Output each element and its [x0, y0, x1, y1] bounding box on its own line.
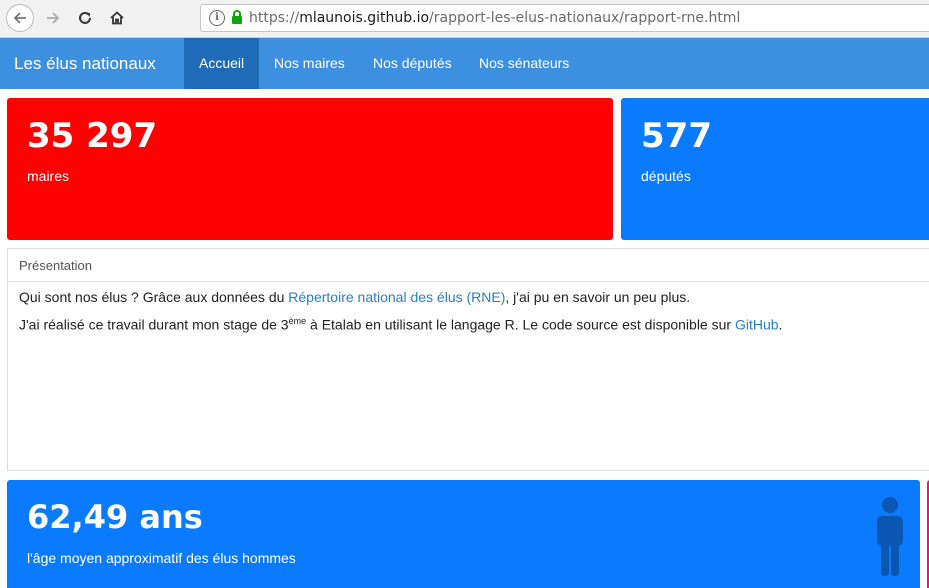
url-text: https://mlaunois.github.io/rapport-les-e…	[249, 10, 740, 26]
valuebox-value: 35 297	[27, 116, 158, 156]
site-brand[interactable]: Les élus nationaux	[14, 38, 156, 89]
reload-button[interactable]	[72, 6, 98, 30]
valuebox-deputes: 577 députés	[621, 98, 929, 240]
valuebox-caption: députés	[641, 168, 691, 184]
lock-icon[interactable]	[231, 9, 243, 28]
nav-accueil[interactable]: Accueil	[184, 38, 260, 89]
text: J'ai réalisé ce travail durant mon stage…	[19, 316, 289, 333]
home-icon	[110, 11, 124, 25]
valuebox-caption: maires	[27, 168, 70, 184]
url-host: mlaunois.github.io	[299, 10, 430, 26]
rne-link[interactable]: Répertoire national des élus (RNE)	[288, 289, 505, 305]
top-navbar: Les élus nationaux Accueil Nos maires No…	[0, 38, 929, 89]
paragraph-intro: Qui sont nos élus ? Grâce aux données du…	[19, 289, 925, 305]
text: Qui sont nos élus ? Grâce aux données du	[19, 289, 289, 305]
nav-nos-senateurs[interactable]: Nos sénateurs	[464, 38, 584, 89]
valuebox-value: 62,49 ans	[27, 498, 203, 536]
reload-icon	[79, 11, 91, 24]
nav-nos-deputes[interactable]: Nos députés	[358, 38, 467, 89]
browser-toolbar: i https://mlaunois.github.io/rapport-les…	[0, 0, 929, 38]
valuebox-value: 577	[641, 116, 712, 156]
valuebox-maires: 35 297 maires	[7, 98, 613, 240]
info-icon[interactable]: i	[209, 10, 225, 26]
address-bar[interactable]: i https://mlaunois.github.io/rapport-les…	[200, 4, 929, 32]
valuebox-age-hommes: 62,49 ans l'âge moyen approximatif des é…	[7, 480, 920, 588]
url-path: /rapport-les-elus-nationaux/rapport-rne.…	[429, 10, 741, 26]
card-body: Qui sont nos élus ? Grâce aux données du…	[8, 282, 929, 351]
card-title: Présentation	[8, 249, 929, 282]
forward-button[interactable]	[40, 6, 66, 30]
text: à Etalab en utilisant le langage R. Le c…	[306, 316, 735, 333]
male-person-icon	[877, 497, 903, 576]
github-link[interactable]: GitHub	[735, 317, 779, 333]
home-button[interactable]	[104, 6, 130, 30]
presentation-card: Présentation Qui sont nos élus ? Grâce a…	[7, 248, 929, 471]
valuebox-caption: l'âge moyen approximatif des élus hommes	[27, 550, 296, 566]
back-button[interactable]	[6, 4, 34, 32]
paragraph-stage: J'ai réalisé ce travail durant mon stage…	[19, 316, 925, 333]
forward-arrow-icon	[47, 12, 60, 24]
url-scheme: https://	[249, 10, 300, 26]
nav-nos-maires[interactable]: Nos maires	[259, 38, 360, 89]
superscript: ème	[288, 316, 307, 326]
text: .	[778, 316, 783, 333]
text: , j'ai pu en savoir un peu plus.	[505, 289, 691, 305]
back-arrow-icon	[13, 12, 26, 24]
